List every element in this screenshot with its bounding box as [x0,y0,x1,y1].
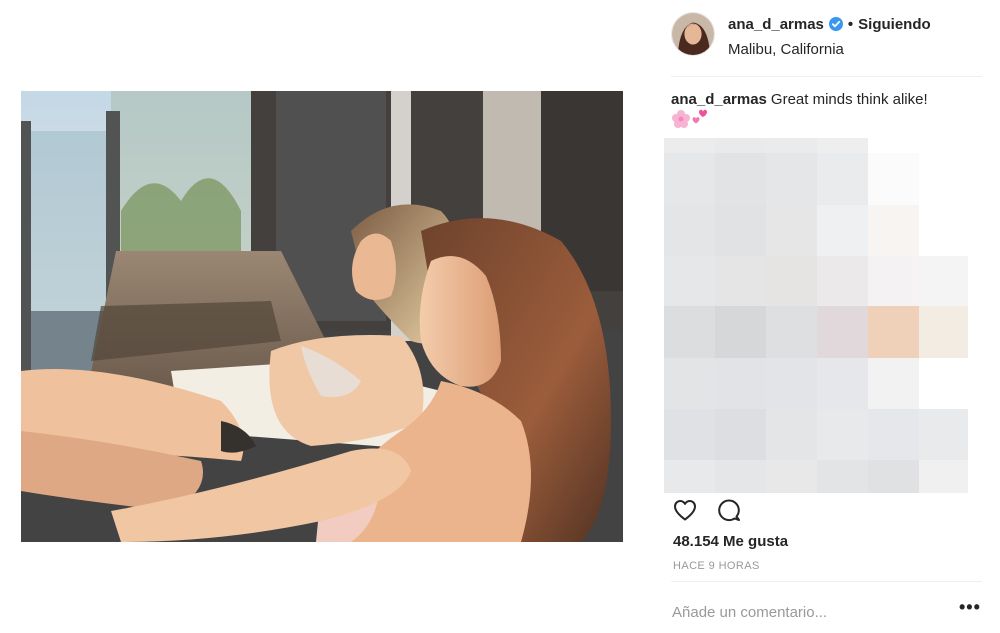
post-sidebar: ana_d_armas • Siguiendo Malibu, California… [661,0,982,633]
caption: ana_d_armas Great minds think alike! [671,90,971,110]
header-divider [671,76,982,77]
caption-emojis [671,108,731,130]
two-hearts-emoji [692,109,707,124]
author-line: ana_d_armas • Siguiendo [728,16,931,33]
comment-icon[interactable] [715,496,743,524]
author-avatar[interactable] [671,12,715,56]
following-button[interactable]: Siguiendo [858,16,931,33]
author-username[interactable]: ana_d_armas [728,16,824,33]
separator-dot: • [847,16,854,33]
caption-username[interactable]: ana_d_armas [671,91,767,108]
caption-text: Great minds think alike! [770,91,928,108]
verified-badge-icon [828,17,843,31]
likes-count[interactable]: 48.154 Me gusta [673,533,788,550]
post-header: ana_d_armas • Siguiendo Malibu, California [671,12,982,74]
cherry-blossom-emoji [672,110,690,128]
post-photo-image [21,91,623,542]
post-photo[interactable] [21,91,623,542]
location-link[interactable]: Malibu, California [728,41,844,58]
comment-divider [671,581,982,582]
more-options-button[interactable]: ••• [959,597,981,618]
heart-icon[interactable] [671,496,699,524]
post-timestamp[interactable]: HACE 9 HORAS [673,560,760,572]
comment-input[interactable] [672,600,942,624]
blurred-comments [661,138,971,493]
post-actions [671,496,871,524]
